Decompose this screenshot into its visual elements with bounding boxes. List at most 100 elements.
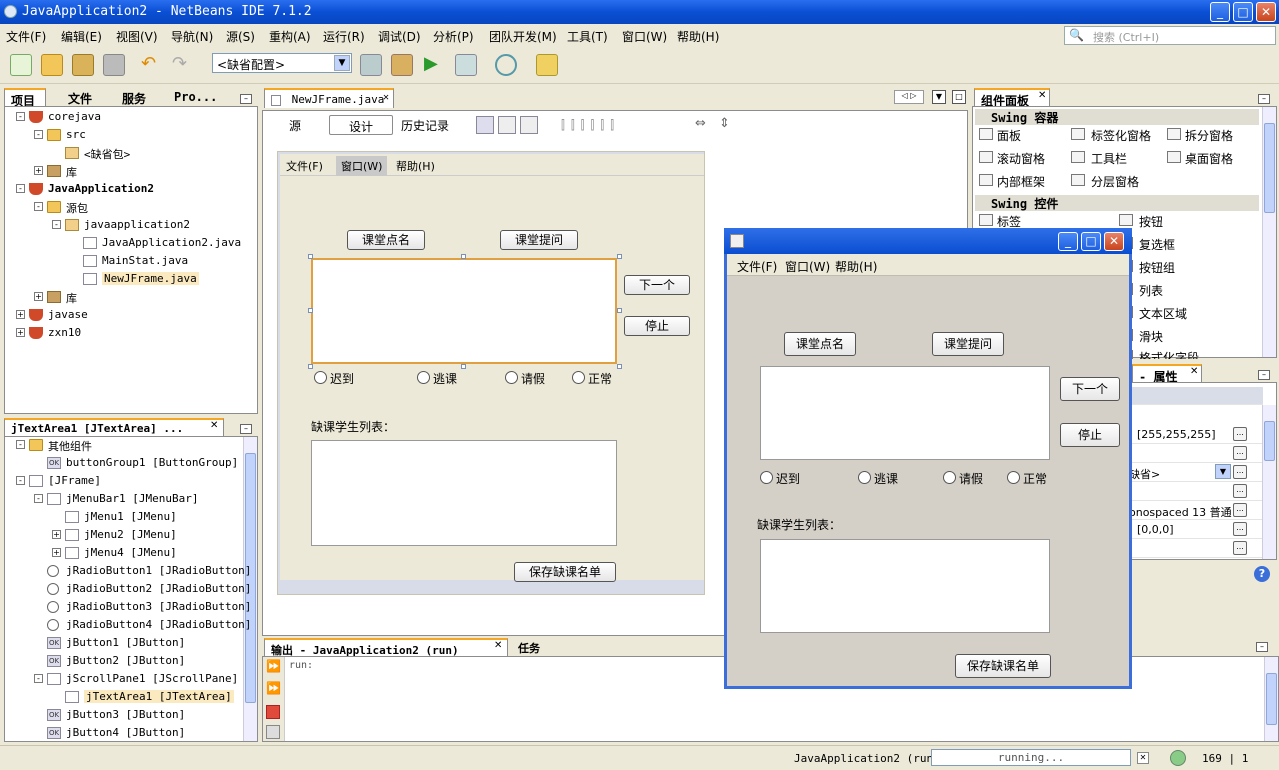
ellipsis-icon[interactable]: ... [1233, 503, 1247, 517]
close-tab-icon[interactable]: ✕ [494, 640, 502, 651]
navigator-tree-item[interactable]: jMenu2 [JMenu] [84, 528, 177, 541]
rerun-icon[interactable]: ⏩ [266, 659, 281, 673]
design-save-button[interactable]: 保存缺课名单 [514, 562, 616, 582]
project-tree-item[interactable]: 库 [66, 290, 77, 306]
minimize-button[interactable]: _ [1210, 2, 1230, 22]
navigator-tree-item[interactable]: jButton3 [JButton] [66, 708, 185, 721]
undo-icon[interactable]: ↶ [141, 54, 163, 76]
ellipsis-icon[interactable]: ... [1233, 484, 1247, 498]
close-button[interactable]: ✕ [1256, 2, 1276, 22]
tree-expander-icon[interactable]: - [34, 202, 43, 211]
scroll-tabs-icon[interactable]: ◁ ▷ [894, 90, 924, 104]
navigator-tree-item[interactable]: jRadioButton1 [JRadioButton] [66, 564, 251, 577]
menu-file[interactable]: 文件(F) [6, 28, 46, 45]
close-tab-icon[interactable]: ✕ [210, 420, 218, 431]
radio-normal[interactable]: 正常 [1007, 470, 1047, 487]
menu-team[interactable]: 团队开发(M) [489, 28, 557, 45]
resize-handle[interactable] [308, 364, 313, 369]
resize-vertical-icon[interactable]: ⇕ [719, 116, 730, 131]
menu-edit[interactable]: 编辑(E) [61, 28, 102, 45]
palette-item-desktop-pane[interactable]: 桌面窗格 [1167, 150, 1233, 167]
project-tree-item[interactable]: javase [48, 308, 88, 321]
clean-build-icon[interactable] [391, 54, 413, 76]
tab-files[interactable]: 文件 [62, 88, 98, 106]
tree-expander-icon[interactable]: + [52, 530, 61, 539]
navigator-tree-item[interactable]: jMenu1 [JMenu] [84, 510, 177, 523]
design-radio-leave[interactable]: 请假 [505, 370, 545, 387]
design-menu-file[interactable]: 文件(F) [286, 158, 323, 174]
radio-skip[interactable]: 逃课 [858, 470, 898, 487]
project-tree-item[interactable]: 源包 [66, 200, 88, 216]
project-tree-item[interactable]: JavaApplication2 [48, 182, 154, 195]
navigator-tree-item[interactable]: jButton1 [JButton] [66, 636, 185, 649]
tree-expander-icon[interactable]: - [16, 440, 25, 449]
menu-view[interactable]: 视图(V) [116, 28, 158, 45]
menu-help[interactable]: 帮助(H) [677, 28, 719, 45]
radio-leave[interactable]: 请假 [943, 470, 983, 487]
navigator-tree-item[interactable]: buttonGroup1 [ButtonGroup] [66, 456, 238, 469]
project-tree-item[interactable]: NewJFrame.java [102, 272, 199, 285]
app-close-button[interactable]: ✕ [1104, 232, 1124, 251]
tab-pro[interactable]: Pro... [168, 88, 223, 106]
close-tab-icon[interactable]: ✕ [383, 92, 389, 103]
open-project-icon[interactable] [72, 54, 94, 76]
navigator-tree-item[interactable]: jTextArea1 [JTextArea] [84, 690, 234, 703]
tab-list-icon[interactable]: ▼ [932, 90, 946, 104]
resize-handle[interactable] [308, 254, 313, 259]
scrollbar-thumb[interactable] [1264, 123, 1275, 213]
scrollbar-thumb[interactable] [1266, 673, 1277, 725]
app-menu-file[interactable]: 文件(F) [737, 258, 777, 275]
tree-expander-icon[interactable]: - [52, 220, 61, 229]
palette-item-panel[interactable]: 面板 [979, 127, 1021, 144]
menu-run[interactable]: 运行(R) [323, 28, 365, 45]
resize-handle[interactable] [617, 308, 622, 313]
tree-expander-icon[interactable]: - [34, 674, 43, 683]
project-tree-item[interactable]: MainStat.java [102, 254, 188, 267]
save-absent-button[interactable]: 保存缺课名单 [955, 654, 1051, 678]
properties-scrollbar[interactable] [1262, 405, 1276, 559]
palette-item-internal-frame[interactable]: 内部框架 [979, 173, 1045, 190]
tree-expander-icon[interactable]: - [16, 476, 25, 485]
new-file-icon[interactable] [10, 54, 32, 76]
ellipsis-icon[interactable]: ... [1233, 446, 1247, 460]
resize-handle[interactable] [617, 254, 622, 259]
minimize-panel-icon[interactable]: – [1256, 642, 1268, 652]
ellipsis-icon[interactable]: ... [1233, 541, 1247, 555]
project-tree-item[interactable]: javaapplication2 [84, 218, 190, 231]
palette-item-toolbar[interactable]: 工具栏 [1071, 150, 1127, 167]
tab-tasks[interactable]: 任务 [512, 638, 546, 656]
preview-design-icon[interactable] [520, 116, 538, 134]
tab-navigator[interactable]: jTextArea1 [JTextArea] ... [4, 418, 224, 436]
resize-handle[interactable] [308, 308, 313, 313]
project-tree-item[interactable]: 库 [66, 164, 77, 180]
ellipsis-icon[interactable]: ... [1233, 465, 1247, 479]
design-menu-window[interactable]: 窗口(W) [336, 156, 388, 176]
main-textarea[interactable] [760, 366, 1050, 460]
palette-scrollbar[interactable] [1262, 107, 1276, 357]
minimize-panel-icon[interactable]: – [1258, 94, 1270, 104]
progress-bar[interactable]: running... [931, 749, 1131, 766]
navigator-tree-item[interactable]: jButton4 [JButton] [66, 726, 185, 739]
run-icon[interactable]: ▶ [424, 54, 446, 76]
design-stop-button[interactable]: 停止 [624, 316, 690, 336]
tab-output[interactable]: 输出 - JavaApplication2 (run) [264, 638, 508, 657]
ellipsis-icon[interactable]: ... [1233, 427, 1247, 441]
tab-projects[interactable]: 项目 [4, 88, 46, 108]
project-tree-item[interactable]: corejava [48, 110, 101, 123]
project-tree-item[interactable]: JavaApplication2.java [102, 236, 241, 249]
navigator-tree-item[interactable]: 其他组件 [48, 438, 92, 454]
design-radio-late[interactable]: 迟到 [314, 370, 354, 387]
source-mode-button[interactable]: 源 [283, 115, 307, 135]
apply-code-changes-icon[interactable] [536, 54, 558, 76]
palette-item-split-pane[interactable]: 拆分窗格 [1167, 127, 1233, 144]
scrollbar-thumb[interactable] [1264, 421, 1275, 461]
minimize-panel-icon[interactable]: – [240, 424, 252, 434]
configuration-select[interactable]: <缺省配置> ▼ [212, 53, 352, 73]
maximize-button[interactable]: □ [1233, 2, 1253, 22]
save-all-icon[interactable] [103, 54, 125, 76]
resize-handle[interactable] [617, 364, 622, 369]
navigator-tree-item[interactable]: jRadioButton3 [JRadioButton] [66, 600, 251, 613]
tree-expander-icon[interactable]: + [16, 310, 25, 319]
radio-late[interactable]: 迟到 [760, 470, 800, 487]
resize-handle[interactable] [461, 364, 466, 369]
